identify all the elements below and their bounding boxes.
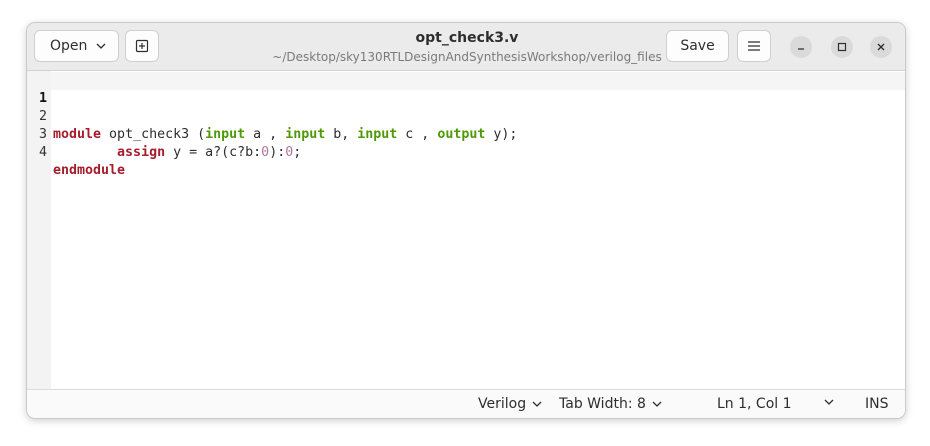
code-token: ; — [293, 145, 302, 160]
code-text: module opt_check3 (input a , input b, in… — [53, 126, 517, 144]
maximize-icon — [837, 42, 847, 52]
keyword-output: output — [437, 127, 486, 142]
cursor-position-label: Ln 1, Col 1 — [717, 396, 792, 412]
chevron-down-icon — [96, 43, 106, 49]
text-editor-area[interactable]: 1 2 module opt_check3 (input a , input b… — [27, 71, 905, 389]
current-line-highlight — [51, 72, 905, 90]
language-selector[interactable]: Verilog — [478, 396, 542, 412]
save-button-label: Save — [680, 38, 715, 54]
keyword-input: input — [205, 127, 246, 142]
code-text: endmodule — [53, 162, 125, 180]
tab-width-label: Tab Width: 8 — [559, 396, 646, 412]
number-literal: 0 — [261, 145, 270, 160]
document-title: opt_check3.v — [415, 30, 519, 46]
code-text: assign y = a?(c?b:0):0; — [53, 144, 301, 162]
close-button[interactable] — [870, 36, 892, 58]
line-number: 4 — [38, 145, 47, 160]
cursor-position-dropdown[interactable] — [824, 399, 834, 406]
insert-mode-label: INS — [865, 396, 889, 412]
status-bar: Verilog Tab Width: 8 Ln 1, Col 1 INS — [27, 389, 905, 418]
new-tab-icon — [135, 39, 149, 53]
keyword-input: input — [357, 127, 398, 142]
tab-width-selector[interactable]: Tab Width: 8 — [559, 396, 662, 412]
title-area: opt_check3.v ~/Desktop/sky130RTLDesignAn… — [267, 29, 667, 65]
code-token: y = a?(c?b: — [165, 145, 262, 160]
save-button[interactable]: Save — [666, 30, 729, 62]
code-line[interactable]: 4 endmodule — [27, 126, 125, 178]
editor-window: Open opt_check3.v ~/Desktop/sky130RTLDes… — [26, 22, 906, 419]
minimize-button[interactable] — [790, 36, 812, 58]
code-line[interactable]: 3 assign y = a?(c?b:0):0; — [27, 108, 301, 160]
chevron-down-icon — [532, 401, 542, 407]
maximize-button[interactable] — [831, 36, 853, 58]
minimize-icon — [798, 48, 804, 50]
code-token: y); — [485, 127, 518, 142]
code-token: opt_check3 ( — [101, 127, 206, 142]
language-label: Verilog — [478, 396, 527, 412]
insert-mode-indicator[interactable]: INS — [865, 396, 889, 412]
new-tab-button[interactable] — [125, 30, 159, 62]
code-line[interactable]: 2 module opt_check3 (input a , input b, … — [27, 90, 517, 142]
keyword-input: input — [285, 127, 326, 142]
chevron-down-icon — [824, 399, 834, 405]
code-token: a , — [245, 127, 286, 142]
hamburger-menu-icon — [748, 41, 760, 51]
header-bar: Open opt_check3.v ~/Desktop/sky130RTLDes… — [27, 23, 905, 71]
code-token: c , — [397, 127, 438, 142]
cursor-position-selector[interactable]: Ln 1, Col 1 — [717, 396, 792, 412]
document-path: ~/Desktop/sky130RTLDesignAndSynthesisWor… — [272, 50, 662, 64]
code-line[interactable]: 1 — [27, 72, 75, 106]
keyword-endmodule: endmodule — [53, 163, 126, 178]
code-token: b, — [325, 127, 358, 142]
main-menu-button[interactable] — [737, 30, 771, 62]
keyword-assign: assign — [117, 145, 166, 160]
chevron-down-icon — [652, 401, 662, 407]
code-token: ): — [269, 145, 286, 160]
open-button[interactable]: Open — [34, 30, 119, 62]
open-button-label: Open — [50, 38, 88, 54]
close-icon — [877, 43, 885, 51]
